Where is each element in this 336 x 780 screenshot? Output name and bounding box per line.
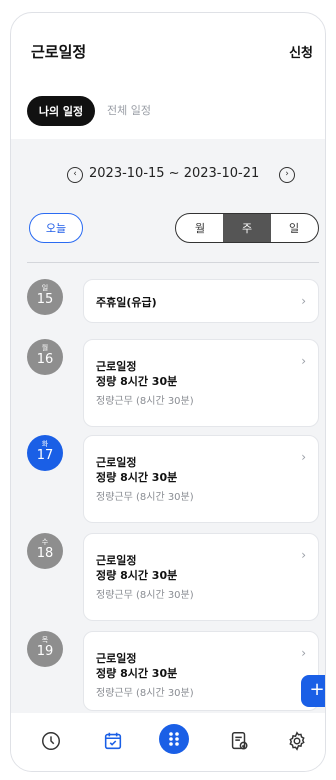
nav-clock[interactable]	[35, 725, 67, 757]
schedule-content: ‹ 2023-10-15 ~ 2023-10-21 › 오늘 월 주 일 일 1…	[11, 139, 325, 713]
card-title: 근로일정	[96, 652, 137, 665]
schedule-card[interactable]: 근로일정 정량 8시간 30분 정량근무 (8시간 30분) ›	[83, 435, 319, 523]
card-title: 근로일정	[96, 554, 137, 567]
divider	[27, 262, 319, 263]
day-number: 19	[36, 644, 54, 659]
card-title: 근로일정	[96, 360, 137, 373]
settings-gear-icon	[289, 731, 305, 751]
view-week-option[interactable]: 주	[223, 214, 271, 242]
card-detail: 정량근무 (8시간 30분)	[96, 492, 194, 503]
chevron-right-icon: ›	[301, 294, 306, 308]
bottom-nav	[11, 713, 325, 771]
date-range-row: ‹ 2023-10-15 ~ 2023-10-21 ›	[11, 165, 325, 189]
day-badge: 일 15	[27, 279, 63, 315]
day-of-week: 일	[41, 284, 49, 292]
chevron-right-icon: ›	[301, 354, 306, 368]
card-detail: 정량근무 (8시간 30분)	[96, 396, 194, 407]
chevron-right-icon: ›	[301, 646, 306, 660]
nav-settings[interactable]	[281, 725, 313, 757]
day-badge-today: 화 17	[27, 435, 63, 471]
view-month-option[interactable]: 월	[176, 214, 224, 242]
schedule-card[interactable]: 주휴일(유급) ›	[83, 279, 319, 323]
chevron-right-icon: ›	[301, 450, 306, 464]
card-detail: 정량근무 (8시간 30분)	[96, 688, 194, 699]
view-toggle: 월 주 일	[175, 213, 319, 243]
page-title: 근로일정	[31, 43, 87, 61]
card-title: 근로일정	[96, 456, 137, 469]
today-button[interactable]: 오늘	[29, 213, 83, 243]
schedule-card[interactable]: 근로일정 정량 8시간 30분 정량근무 (8시간 30분) ›	[83, 631, 319, 711]
day-number: 17	[36, 448, 54, 463]
chevron-right-icon: ›	[301, 548, 306, 562]
next-week-button[interactable]: ›	[279, 167, 295, 183]
nav-documents[interactable]	[223, 725, 255, 757]
clock-icon	[42, 732, 60, 750]
day-badge: 월 16	[27, 339, 63, 375]
day-of-week: 수	[41, 538, 49, 546]
day-number: 15	[36, 292, 54, 307]
day-of-week: 화	[41, 440, 49, 448]
nav-calendar[interactable]	[97, 725, 129, 757]
day-badge: 수 18	[27, 533, 63, 569]
card-detail: 정량근무 (8시간 30분)	[96, 590, 194, 601]
app-screen: 근로일정 신청 나의 일정 전체 일정 ‹ 2023-10-15 ~ 2023-…	[10, 12, 326, 772]
apply-button[interactable]: 신청	[289, 42, 313, 61]
tab-my-schedule[interactable]: 나의 일정	[27, 96, 95, 126]
nav-center-button[interactable]	[159, 724, 189, 754]
tab-all-schedule[interactable]: 전체 일정	[107, 102, 187, 118]
dots-grid-icon	[169, 732, 179, 746]
card-hours: 정량 8시간 30분	[96, 569, 178, 582]
schedule-card[interactable]: 근로일정 정량 8시간 30분 정량근무 (8시간 30분) ›	[83, 339, 319, 427]
day-of-week: 월	[41, 344, 49, 352]
day-of-week: 목	[41, 636, 49, 644]
header: 근로일정 신청	[11, 13, 325, 83]
prev-week-button[interactable]: ‹	[67, 167, 83, 183]
date-range-text: 2023-10-15 ~ 2023-10-21	[89, 166, 260, 181]
add-schedule-button[interactable]: +	[301, 675, 325, 707]
day-number: 16	[36, 352, 54, 367]
view-day-option[interactable]: 일	[270, 214, 318, 242]
card-hours: 정량 8시간 30분	[96, 667, 178, 680]
day-badge: 목 19	[27, 631, 63, 667]
calendar-check-icon	[104, 732, 122, 750]
card-hours: 정량 8시간 30분	[96, 375, 178, 388]
card-hours: 정량 8시간 30분	[96, 471, 178, 484]
document-check-icon	[231, 732, 248, 750]
card-title: 주휴일(유급)	[96, 296, 157, 309]
schedule-card[interactable]: 근로일정 정량 8시간 30분 정량근무 (8시간 30분) ›	[83, 533, 319, 621]
day-number: 18	[36, 546, 54, 561]
